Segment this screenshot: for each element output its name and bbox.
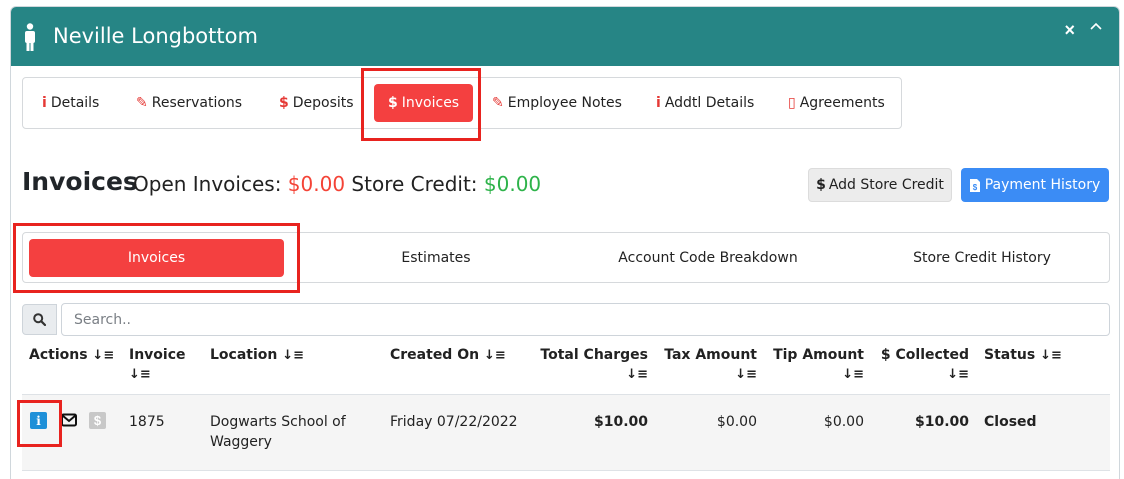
envelope-icon[interactable]	[61, 413, 77, 427]
tab-deposits[interactable]: $ Deposits	[279, 78, 354, 128]
tab-addtl-details[interactable]: i Addtl Details	[656, 78, 754, 128]
open-invoices-label: Open Invoices:	[133, 172, 282, 196]
subtab-account-code-breakdown[interactable]: Account Code Breakdown	[588, 233, 828, 283]
tab-label: Addtl Details	[664, 95, 755, 111]
edit-icon: ✎	[136, 95, 148, 111]
person-icon	[25, 23, 35, 51]
column-label: Created On	[390, 347, 480, 363]
payment-history-label: Payment History	[984, 177, 1101, 193]
sort-icon: ↓≡	[735, 367, 757, 382]
column-label: Status	[984, 347, 1036, 363]
tab-agreements[interactable]: ▯ Agreements	[788, 78, 885, 128]
column-label: Invoice	[129, 347, 186, 363]
invoice-subtabs: Invoices Estimates Account Code Breakdow…	[22, 232, 1110, 283]
dollar-icon: $	[279, 95, 289, 111]
column-label: $ Collected	[880, 347, 969, 363]
chevron-up-icon[interactable]	[1089, 19, 1103, 33]
client-modal: Neville Longbottom × i Details ✎ Reserva…	[10, 6, 1120, 479]
subtab-store-credit-history[interactable]: Store Credit History	[863, 233, 1101, 283]
subtab-invoices[interactable]: Invoices	[29, 239, 284, 277]
column-header-created-on[interactable]: Created On ↓≡	[390, 346, 506, 365]
search-input[interactable]	[61, 303, 1110, 336]
column-header-total-charges[interactable]: Total Charges ↓≡	[536, 346, 648, 384]
document-icon: $	[969, 178, 980, 192]
sort-icon: ↓≡	[282, 348, 305, 363]
cell-invoice: 1875	[129, 414, 165, 430]
client-tab-bar: i Details ✎ Reservations $ Deposits $ In…	[22, 77, 902, 129]
pencil-icon: ✎	[492, 95, 504, 111]
column-label: Tax Amount	[664, 347, 757, 363]
sort-icon: ↓≡	[92, 348, 115, 363]
info-icon: i	[42, 95, 47, 111]
column-header-location[interactable]: Location ↓≡	[210, 346, 304, 365]
cell-created-on: Friday 07/22/2022	[390, 414, 518, 430]
tab-label: Employee Notes	[507, 95, 622, 111]
info-icon[interactable]: i	[30, 412, 47, 429]
dollar-icon: $	[816, 177, 826, 193]
cell-status: Closed	[984, 414, 1037, 430]
tab-label: Reservations	[151, 95, 243, 111]
column-label: Tip Amount	[773, 347, 864, 363]
store-credit-label: Store Credit:	[351, 172, 478, 196]
tab-reservations[interactable]: ✎ Reservations	[136, 78, 242, 128]
tab-invoices[interactable]: $ Invoices	[374, 84, 474, 122]
clipboard-icon: ▯	[788, 95, 796, 111]
sort-icon: ↓≡	[1040, 348, 1062, 363]
column-label: Total Charges	[540, 347, 648, 363]
sort-icon: ↓≡	[947, 367, 969, 382]
cell-tip-amount: $0.00	[823, 414, 864, 430]
info-icon: i	[656, 95, 661, 111]
payment-history-button[interactable]: $ Payment History	[961, 168, 1109, 202]
column-header-tip-amount[interactable]: Tip Amount ↓≡	[769, 346, 864, 384]
invoice-summary: Open Invoices: $0.00 Store Credit: $0.00	[133, 172, 541, 196]
location-line: Waggery	[210, 434, 272, 450]
sort-icon: ↓≡	[483, 348, 506, 363]
location-line: Dogwarts School of	[210, 414, 346, 430]
cell-location: Dogwarts School of Waggery	[210, 412, 346, 452]
tab-label: Details	[50, 95, 100, 111]
column-header-invoice[interactable]: Invoice ↓≡	[129, 346, 186, 384]
modal-header: Neville Longbottom ×	[11, 7, 1119, 66]
dollar-icon[interactable]: $	[89, 412, 106, 429]
sort-icon: ↓≡	[129, 367, 151, 382]
modal-title: Neville Longbottom	[53, 24, 258, 48]
column-header-status[interactable]: Status ↓≡	[984, 346, 1062, 365]
sort-icon: ↓≡	[626, 367, 648, 382]
column-header-actions[interactable]: Actions ↓≡	[29, 346, 114, 365]
search-icon	[33, 313, 46, 326]
page-title: Invoices	[22, 167, 138, 196]
open-invoices-value: $0.00	[287, 172, 346, 196]
tab-details[interactable]: i Details	[42, 78, 99, 128]
cell-collected: $10.00	[914, 414, 969, 430]
column-header-collected[interactable]: $ Collected ↓≡	[873, 346, 969, 384]
column-label: Actions	[29, 347, 88, 363]
sort-icon: ↓≡	[842, 367, 864, 382]
cell-total-charges: $10.00	[593, 414, 648, 430]
store-credit-value: $0.00	[483, 172, 542, 196]
subtab-estimates[interactable]: Estimates	[313, 233, 559, 283]
add-store-credit-button[interactable]: $ Add Store Credit	[808, 168, 952, 202]
svg-text:$: $	[972, 183, 977, 192]
tab-label: Deposits	[292, 95, 354, 111]
dollar-icon: $	[388, 95, 398, 111]
add-store-credit-label: Add Store Credit	[828, 177, 944, 193]
tab-employee-notes[interactable]: ✎ Employee Notes	[492, 78, 622, 128]
tab-label: Agreements	[799, 95, 885, 111]
table-row	[22, 394, 1110, 471]
cell-tax-amount: $0.00	[716, 414, 757, 430]
column-header-tax-amount[interactable]: Tax Amount ↓≡	[661, 346, 757, 384]
column-label: Location	[210, 347, 278, 363]
tab-label: Invoices	[401, 95, 460, 111]
search-button[interactable]	[22, 304, 57, 335]
close-icon[interactable]: ×	[1064, 20, 1075, 41]
